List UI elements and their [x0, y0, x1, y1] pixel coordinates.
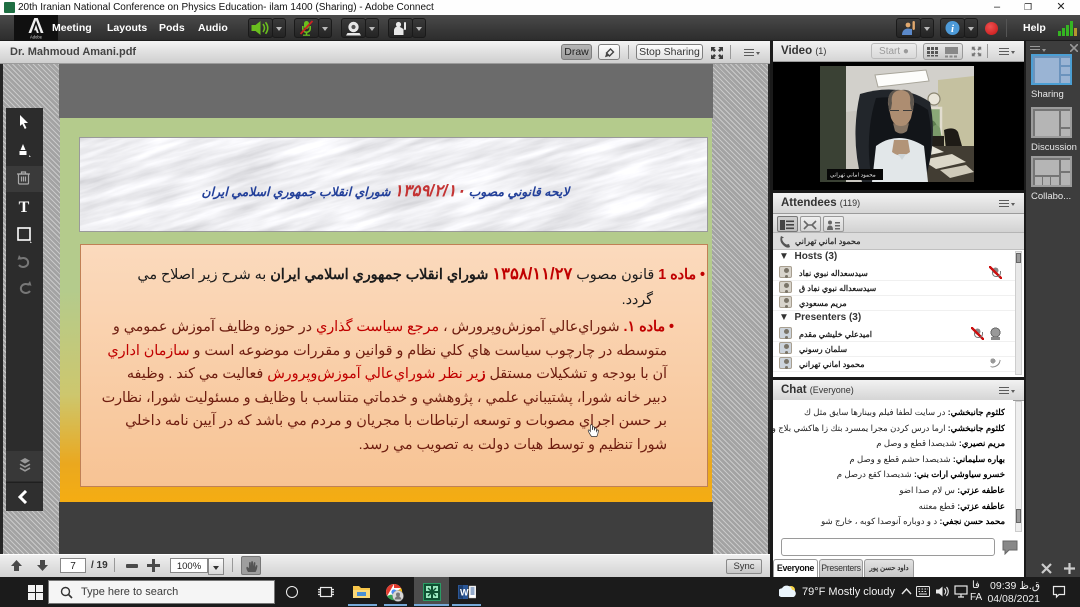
svg-text:محمود اماني تهراني: محمود اماني تهراني	[830, 172, 876, 179]
svg-text:T: T	[19, 199, 30, 214]
svg-text:W: W	[460, 588, 469, 598]
svg-text:Adobe: Adobe	[30, 35, 43, 40]
